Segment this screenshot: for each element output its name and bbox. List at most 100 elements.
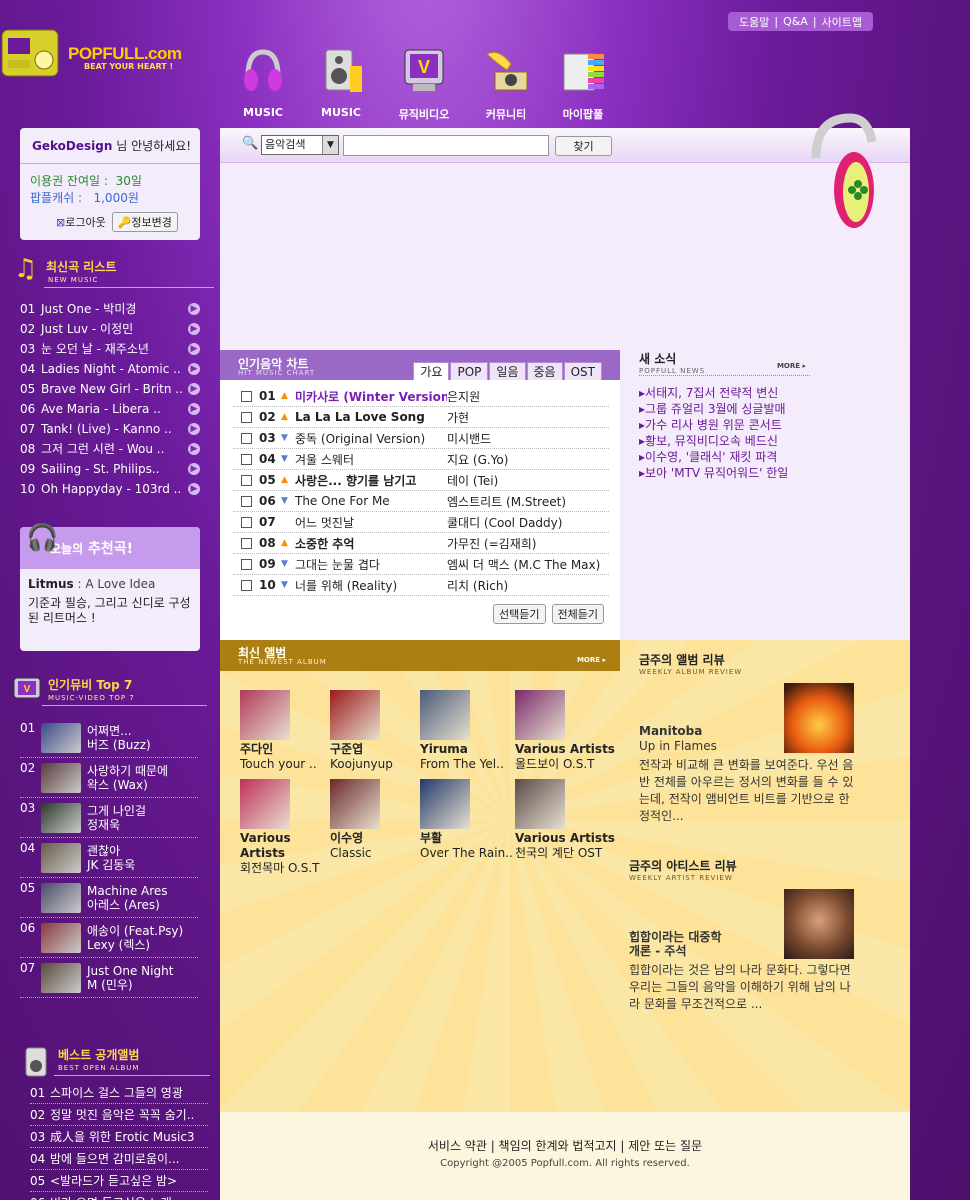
chart-row[interactable]: 09 ▼ 그대는 눈물 겹다 엠씨 더 맥스 (M.C The Max) — [233, 554, 609, 575]
play-icon[interactable]: ▶ — [188, 303, 200, 315]
album-cover[interactable] — [330, 779, 380, 829]
nav-community[interactable]: 커뮤니티 — [468, 46, 544, 122]
album-cover[interactable] — [515, 690, 565, 740]
list-item[interactable]: 02 Just Luv - 이정민 ▶ — [20, 319, 200, 339]
play-icon[interactable]: ▶ — [188, 343, 200, 355]
news-item[interactable]: ▸이수영, '클래식' 재킷 파격 — [639, 448, 810, 464]
news-item[interactable]: ▸그룹 쥬얼리 3월에 싱글발매 — [639, 400, 810, 416]
song-title[interactable]: The One For Me — [295, 494, 447, 508]
list-item[interactable]: 05 Brave New Girl - Britn .. ▶ — [20, 379, 200, 399]
mv-thumbnail[interactable] — [41, 802, 81, 833]
todays-pick-album[interactable]: Litmus : A Love Idea — [20, 577, 200, 592]
song-artist[interactable]: 테이 (Tei) — [447, 472, 498, 489]
chart-row[interactable]: 02 ▲ La La La Love Song 가현 — [233, 407, 609, 428]
album-card[interactable]: Various Artists 올드보이 O.S.T — [515, 690, 615, 772]
mv-item[interactable]: 02 사랑하기 때문에 왁스 (Wax) — [20, 758, 198, 798]
list-item[interactable]: 01 Just One - 박미경 ▶ — [20, 299, 200, 319]
song-title[interactable]: 겨울 스웨터 — [295, 451, 447, 468]
site-logo[interactable]: POPFULL.com BEAT YOUR HEART ! — [0, 18, 200, 88]
album-cover[interactable] — [240, 779, 290, 829]
tab-chart-3[interactable]: 중음 — [526, 362, 563, 380]
song-title[interactable]: 어느 멋진날 — [295, 514, 447, 531]
search-category-select[interactable]: 음악검색 ▼ — [261, 135, 339, 155]
play-selected-button[interactable]: 선택듣기 — [493, 604, 546, 624]
list-item[interactable]: 03 成人을 위한 Erotic Music3 — [30, 1126, 208, 1148]
chart-row[interactable]: 06 ▼ The One For Me 엠스트리트 (M.Street) — [233, 491, 609, 512]
play-icon[interactable]: ▶ — [188, 383, 200, 395]
play-icon[interactable]: ▶ — [188, 423, 200, 435]
select-checkbox[interactable] — [241, 474, 252, 486]
play-icon[interactable]: ▶ — [188, 463, 200, 475]
chart-row[interactable]: 05 ▲ 사랑은... 향기를 남기고 테이 (Tei) — [233, 470, 609, 491]
legal-link[interactable]: 책임의 한계와 법적고지 — [499, 1139, 617, 1153]
song-artist[interactable]: 지요 (G.Yo) — [447, 451, 508, 468]
mv-item[interactable]: 01 어쩌면... 버즈 (Buzz) — [20, 718, 198, 758]
chart-row[interactable]: 10 ▼ 너를 위해 (Reality) 리치 (Rich) — [233, 575, 609, 596]
chart-row[interactable]: 01 ▲ 미카사로 (Winter Version) 은지원 — [233, 386, 609, 407]
album-cover[interactable] — [420, 779, 470, 829]
album-cover[interactable] — [330, 690, 380, 740]
album-card[interactable]: 주다인 Touch your .. — [240, 690, 330, 772]
play-icon[interactable]: ▶ — [188, 403, 200, 415]
nav-my-popfull[interactable]: 마이팝풀 — [545, 46, 621, 122]
nav-music-1[interactable]: MUSIC — [225, 46, 301, 122]
select-checkbox[interactable] — [241, 537, 252, 549]
play-icon[interactable]: ▶ — [188, 443, 200, 455]
song-title[interactable]: 너를 위해 (Reality) — [295, 577, 447, 594]
chart-row[interactable]: 04 ▼ 겨울 스웨터 지요 (G.Yo) — [233, 449, 609, 470]
list-item[interactable]: 09 Sailing - St. Philips.. ▶ — [20, 459, 200, 479]
album-card[interactable]: 이수영 Classic — [330, 779, 420, 876]
mv-item[interactable]: 07 Just One Night M (민우) — [20, 958, 198, 998]
search-button[interactable]: 찾기 — [555, 136, 612, 156]
song-title[interactable]: 미카사로 (Winter Version) — [295, 388, 447, 405]
mv-thumbnail[interactable] — [41, 922, 81, 953]
song-title[interactable]: 소중한 추억 — [295, 535, 447, 552]
mv-item[interactable]: 06 애송이 (Feat.Psy) Lexy (렉스) — [20, 918, 198, 958]
mv-item[interactable]: 03 그게 나인걸 정재욱 — [20, 798, 198, 838]
list-item[interactable]: 07 Tank! (Live) - Kanno .. ▶ — [20, 419, 200, 439]
list-item[interactable]: 08 그저 그런 시련 - Wou .. ▶ — [20, 439, 200, 459]
song-title[interactable]: 중독 (Original Version) — [295, 430, 447, 447]
list-item[interactable]: 03 눈 오던 날 - 재주소년 ▶ — [20, 339, 200, 359]
select-checkbox[interactable] — [241, 558, 252, 570]
chart-row[interactable]: 08 ▲ 소중한 추억 가무진 (=김재희) — [233, 533, 609, 554]
tab-chart-0[interactable]: 가요 — [413, 362, 450, 380]
logout-button[interactable]: ⊠로그아웃 — [56, 214, 106, 230]
news-more-link[interactable]: MORE ▸ — [777, 362, 806, 370]
select-checkbox[interactable] — [241, 390, 252, 402]
news-item[interactable]: ▸가수 리사 병원 위문 콘서트 — [639, 416, 810, 432]
song-title[interactable]: La La La Love Song — [295, 410, 447, 424]
list-item[interactable]: 04 Ladies Night - Atomic .. ▶ — [20, 359, 200, 379]
song-title[interactable]: 사랑은... 향기를 남기고 — [295, 472, 447, 489]
mv-thumbnail[interactable] — [41, 762, 81, 793]
news-item[interactable]: ▸보아 'MTV 뮤직어워드' 한일 — [639, 464, 810, 480]
news-item[interactable]: ▸서태지, 7집서 전략적 변신 — [639, 384, 810, 400]
mv-item[interactable]: 05 Machine Ares 아레스 (Ares) — [20, 878, 198, 918]
select-checkbox[interactable] — [241, 411, 252, 423]
album-card[interactable]: Yiruma From The Yel.. — [420, 690, 515, 772]
sitemap-link[interactable]: 사이트맵 — [822, 14, 862, 30]
select-checkbox[interactable] — [241, 495, 252, 507]
list-item[interactable]: 06비가 오면 듣고싶은 노래 — [30, 1192, 208, 1200]
song-artist[interactable]: 엠스트리트 (M.Street) — [447, 493, 566, 510]
song-artist[interactable]: 은지원 — [447, 388, 480, 405]
album-cover[interactable] — [515, 779, 565, 829]
nav-music-video[interactable]: V 뮤직비디오 — [386, 46, 462, 122]
tab-chart-4[interactable]: OST — [563, 362, 602, 380]
list-item[interactable]: 06 Ave Maria - Libera .. ▶ — [20, 399, 200, 419]
mv-item[interactable]: 04 괜찮아 JK 김동욱 — [20, 838, 198, 878]
select-checkbox[interactable] — [241, 516, 252, 528]
song-artist[interactable]: 엠씨 더 맥스 (M.C The Max) — [447, 556, 600, 573]
news-item[interactable]: ▸황보, 뮤직비디오속 베드신 — [639, 432, 810, 448]
mv-thumbnail[interactable] — [41, 882, 81, 913]
mv-thumbnail[interactable] — [41, 842, 81, 873]
play-icon[interactable]: ▶ — [188, 363, 200, 375]
select-checkbox[interactable] — [241, 579, 252, 591]
artist-review-headline[interactable]: 힙합이라는 대중학 개론 - 주석 — [629, 930, 861, 958]
song-artist[interactable]: 가무진 (=김재희) — [447, 535, 536, 552]
album-card[interactable]: Various Artists 회전목마 O.S.T — [240, 779, 330, 876]
nav-music-2[interactable]: MUSIC — [303, 46, 379, 122]
play-all-button[interactable]: 전체듣기 — [551, 604, 604, 624]
chart-row[interactable]: 03 ▼ 중독 (Original Version) 미시밴드 — [233, 428, 609, 449]
tab-chart-1[interactable]: POP — [450, 362, 489, 380]
